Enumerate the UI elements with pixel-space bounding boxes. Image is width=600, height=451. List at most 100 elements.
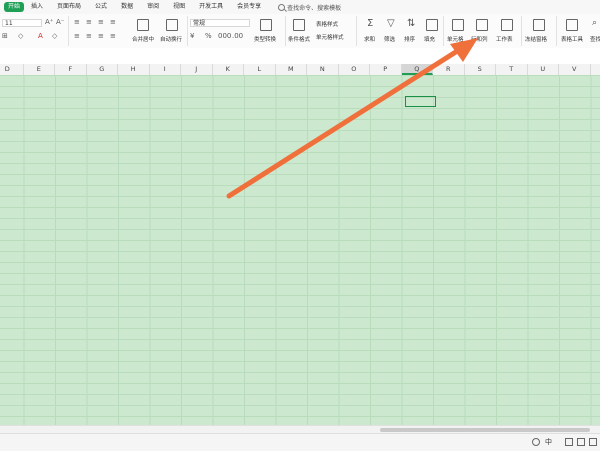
align-top-icon[interactable]: ≡ <box>74 18 80 26</box>
column-header-j[interactable]: J <box>181 64 213 75</box>
sheet-grid[interactable] <box>0 75 600 425</box>
sort-button[interactable]: 排序 <box>404 35 415 43</box>
cell-style-button[interactable]: 单元格样式 <box>316 33 344 41</box>
filter-button[interactable]: 筛选 <box>384 35 395 43</box>
zoom-label[interactable]: 中 <box>545 437 552 447</box>
font-color-icon[interactable]: A <box>38 32 43 40</box>
menu-bar: 开始 插入 页面布局 公式 数据 审阅 视图 开发工具 会员专享 查找命令、搜索… <box>0 0 600 14</box>
wrap-icon[interactable] <box>166 19 178 31</box>
border-icon[interactable]: ⊞ <box>2 32 8 40</box>
menu-member[interactable]: 会员专享 <box>230 0 268 14</box>
column-header-t[interactable]: T <box>496 64 528 75</box>
cell-button[interactable]: 单元格 <box>447 35 464 43</box>
menu-data[interactable]: 数据 <box>114 0 140 14</box>
menu-insert[interactable]: 插入 <box>24 0 50 14</box>
search-placeholder: 查找命令、搜索模板 <box>287 4 342 12</box>
align-middle-icon[interactable]: ≡ <box>86 18 92 26</box>
scroll-thumb[interactable] <box>380 428 590 432</box>
column-header-u[interactable]: U <box>528 64 559 75</box>
merge-button[interactable]: 合并居中 <box>132 35 154 43</box>
menu-view[interactable]: 视图 <box>166 0 192 14</box>
column-header-h[interactable]: H <box>118 64 150 75</box>
indent-icon[interactable]: ≡ <box>110 18 116 26</box>
table-tools-button[interactable]: 表格工具 <box>561 35 583 43</box>
freeze-icon[interactable] <box>533 19 545 31</box>
column-header-i[interactable]: I <box>150 64 181 75</box>
cond-format-button[interactable]: 条件格式 <box>288 35 310 43</box>
sum-icon[interactable]: Σ <box>367 18 373 29</box>
column-header-e[interactable]: E <box>24 64 55 75</box>
table-tools-icon[interactable] <box>566 19 578 31</box>
column-header-n[interactable]: N <box>307 64 339 75</box>
formula-area <box>0 48 600 65</box>
column-header-k[interactable]: K <box>213 64 244 75</box>
column-header-g[interactable]: G <box>87 64 118 75</box>
menu-formula[interactable]: 公式 <box>88 0 114 14</box>
freeze-button[interactable]: 冻结窗格 <box>525 35 547 43</box>
type-convert-button[interactable]: 类型转换 <box>254 35 276 43</box>
find-button[interactable]: 查找 <box>590 35 600 43</box>
status-bar: 中 <box>0 433 600 451</box>
sort-icon[interactable]: ⇅ <box>407 18 415 29</box>
worksheet-icon[interactable] <box>501 19 513 31</box>
command-search[interactable]: 查找命令、搜索模板 <box>278 3 341 12</box>
normal-view-icon[interactable] <box>565 438 573 446</box>
divider <box>356 16 357 46</box>
font-shrink-icon[interactable]: A⁻ <box>56 18 64 26</box>
column-header-m[interactable]: M <box>276 64 307 75</box>
cond-format-icon[interactable] <box>293 19 305 31</box>
menu-page-layout[interactable]: 页面布局 <box>50 0 88 14</box>
cell-icon[interactable] <box>452 19 464 31</box>
column-header-s[interactable]: S <box>465 64 496 75</box>
worksheet-button[interactable]: 工作表 <box>496 35 513 43</box>
type-convert-icon[interactable] <box>260 19 272 31</box>
align-bottom-icon[interactable]: ≡ <box>98 18 104 26</box>
filter-icon[interactable]: ▽ <box>387 18 395 29</box>
merge-icon[interactable] <box>137 19 149 31</box>
column-header-p[interactable]: P <box>370 64 402 75</box>
align-center-icon[interactable]: ≡ <box>86 32 92 40</box>
column-header-l[interactable]: L <box>244 64 276 75</box>
ribbon-toolbar: 11 A⁺ A⁻ ⊞ ◇ A ◇ ≡ ≡ ≡ ≡ ≡ ≡ ≡ ≡ 合并居中 自动… <box>0 14 600 49</box>
divider <box>521 16 522 46</box>
divider <box>68 16 69 46</box>
row-col-button[interactable]: 行和列 <box>471 35 488 43</box>
thousands-icon[interactable]: 000 <box>218 32 231 40</box>
eye-care-icon[interactable] <box>532 438 540 446</box>
page-break-view-icon[interactable] <box>589 438 597 446</box>
percent-icon[interactable]: % <box>205 32 212 40</box>
column-header-r[interactable]: R <box>433 64 465 75</box>
search-icon <box>278 3 286 11</box>
table-style-button[interactable]: 表格样式 <box>316 20 338 28</box>
column-header-o[interactable]: O <box>339 64 370 75</box>
divider <box>443 16 444 46</box>
page-layout-view-icon[interactable] <box>577 438 585 446</box>
fill-color-icon[interactable]: ◇ <box>18 32 23 40</box>
justify-icon[interactable]: ≡ <box>110 32 116 40</box>
find-icon[interactable]: ⌕ <box>592 18 597 28</box>
font-size-select[interactable]: 11 <box>2 19 42 27</box>
menu-home[interactable]: 开始 <box>4 2 25 12</box>
column-header-d[interactable]: D <box>0 64 24 75</box>
wrap-button[interactable]: 自动换行 <box>160 35 182 43</box>
menu-dev-tools[interactable]: 开发工具 <box>192 0 230 14</box>
divider <box>187 16 188 46</box>
number-format-select[interactable]: 常规 <box>190 19 250 27</box>
menu-review[interactable]: 审阅 <box>140 0 166 14</box>
currency-icon[interactable]: ¥ <box>190 32 194 40</box>
column-header-v[interactable]: V <box>559 64 591 75</box>
decimal-icon[interactable]: .00 <box>232 32 243 40</box>
column-header-f[interactable]: F <box>55 64 87 75</box>
sum-button[interactable]: 求和 <box>364 35 375 43</box>
fill-button[interactable]: 填充 <box>424 35 435 43</box>
align-right-icon[interactable]: ≡ <box>98 32 104 40</box>
divider <box>285 16 286 46</box>
align-left-icon[interactable]: ≡ <box>74 32 80 40</box>
font-grow-icon[interactable]: A⁺ <box>45 18 53 26</box>
divider <box>556 16 557 46</box>
clear-format-icon[interactable]: ◇ <box>52 32 57 40</box>
fill-icon[interactable] <box>426 19 438 31</box>
row-col-icon[interactable] <box>476 19 488 31</box>
column-header-q[interactable]: Q <box>401 64 433 75</box>
selected-cell[interactable] <box>405 96 436 107</box>
